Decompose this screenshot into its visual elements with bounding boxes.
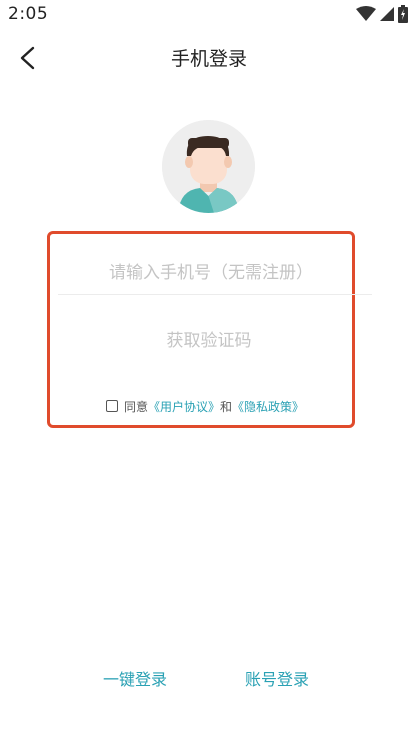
phone-input[interactable] [50, 252, 372, 294]
status-time: 2:05 [8, 4, 49, 24]
user-avatar-icon [162, 120, 255, 213]
agreement-row: 同意 《用户协议》 和 《隐私政策》 [106, 397, 304, 415]
input-divider [58, 294, 372, 295]
agreement-conjunction: 和 [220, 399, 233, 414]
wifi-icon [356, 6, 376, 21]
get-code-button[interactable]: 获取验证码 [140, 326, 278, 356]
status-icons [356, 5, 408, 23]
privacy-policy-link[interactable]: 《隐私政策》 [232, 398, 304, 415]
one-click-login-link[interactable]: 一键登录 [103, 666, 167, 690]
status-bar: 2:05 [0, 0, 418, 28]
battery-icon [398, 5, 408, 23]
login-page: 2:05 手机登录 请输入手机号（无需注册） 获取验证码 同意 《用户协议》 和… [0, 0, 418, 743]
user-agreement-link[interactable]: 《用户协议》 [148, 398, 220, 415]
cellular-icon [380, 7, 394, 21]
page-title: 手机登录 [170, 48, 247, 70]
agreement-prefix: 同意 [124, 399, 149, 414]
avatar [162, 120, 255, 213]
agreement-checkbox[interactable] [106, 400, 118, 412]
account-login-link[interactable]: 账号登录 [245, 666, 309, 690]
